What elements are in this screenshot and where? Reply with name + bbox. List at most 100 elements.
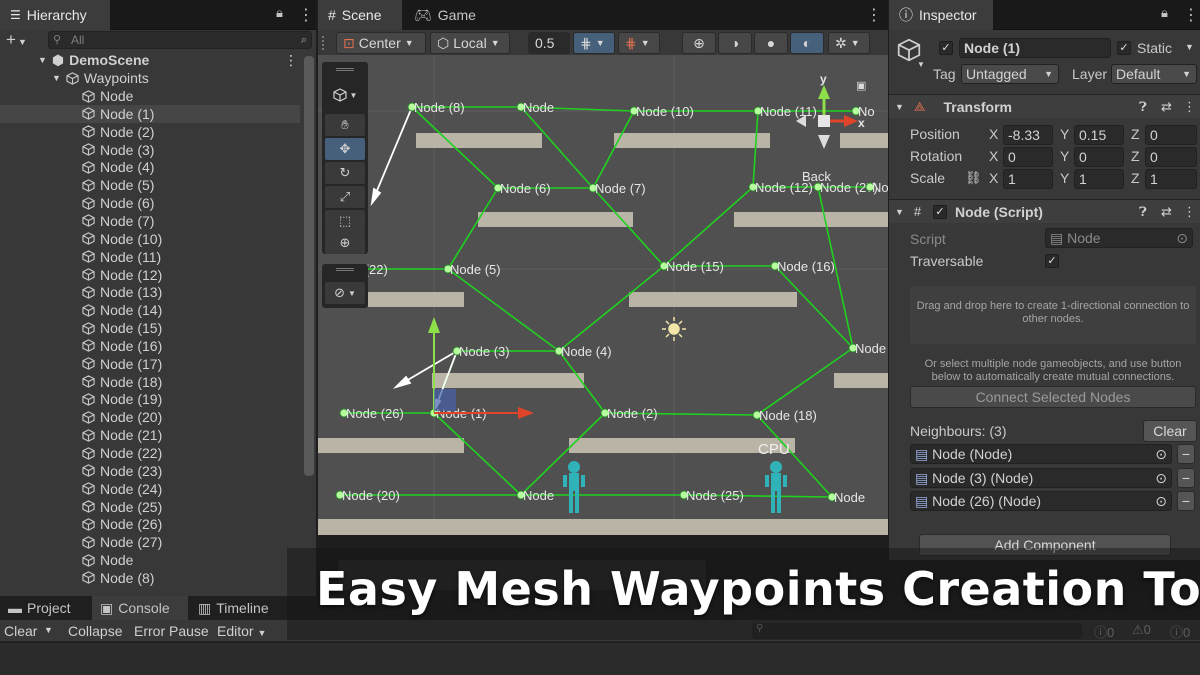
rotate-tool-button[interactable]: ↻	[325, 162, 365, 184]
shaded-toggle[interactable]: ◑	[718, 32, 752, 54]
hierarchy-row[interactable]: Node (21)	[0, 426, 300, 444]
hierarchy-row[interactable]: Node (1)	[0, 104, 300, 123]
remove-neighbour-button[interactable]: −	[1177, 491, 1195, 511]
console-log-area[interactable]	[0, 643, 1200, 675]
drop-zone[interactable]: Drag and drop here to create 1-direction…	[910, 286, 1196, 344]
static-checkbox[interactable]: ✓	[1117, 41, 1131, 55]
connect-selected-nodes-button[interactable]: Connect Selected Nodes	[910, 386, 1196, 408]
rotation-x-field[interactable]: 0	[1003, 147, 1053, 167]
presets-icon[interactable]: ⇄	[1161, 99, 1172, 115]
neighbour-field[interactable]: ▤ Node (26) (Node) ⊙	[910, 491, 1172, 511]
rect-tool-button[interactable]: ⬚	[325, 210, 365, 232]
layer-dropdown[interactable]: Default ▼	[1111, 64, 1197, 84]
hierarchy-row[interactable]: Node (11)	[0, 248, 300, 266]
character-player[interactable]	[563, 461, 585, 513]
more-menu-icon[interactable]: ⋮	[1183, 5, 1199, 25]
scene-menu-icon[interactable]: ⋮	[284, 52, 298, 69]
hierarchy-row[interactable]: Node (23)	[0, 462, 300, 480]
position-y-field[interactable]: 0.15	[1074, 125, 1124, 145]
position-x-field[interactable]: -8.33	[1003, 125, 1053, 145]
draw-mode-toggle[interactable]: ⊕	[682, 32, 716, 54]
hierarchy-row[interactable]: Node	[0, 551, 300, 569]
tag-dropdown[interactable]: Untagged ▼	[961, 64, 1059, 84]
hierarchy-row[interactable]: Node (7)	[0, 212, 300, 230]
tab-game[interactable]: 🎮︎ Game	[404, 0, 484, 30]
hierarchy-row[interactable]: Node	[0, 87, 300, 105]
hierarchy-row[interactable]: Node (13)	[0, 283, 300, 301]
tab-timeline[interactable]: ▥ Timeline	[190, 596, 286, 620]
hierarchy-row[interactable]: Node (17)	[0, 355, 300, 373]
scene-more-menu-icon[interactable]: ⋮	[866, 5, 882, 25]
hierarchy-row[interactable]: Node (15)	[0, 319, 300, 337]
object-picker-icon[interactable]: ⊙	[1155, 445, 1167, 463]
tab-hierarchy[interactable]: ☰ Hierarchy	[0, 0, 110, 30]
shading-mode-toggle[interactable]: ◐	[790, 32, 824, 54]
clear-dropdown-icon[interactable]: ▼	[44, 625, 53, 635]
hierarchy-row[interactable]: Node (22)	[0, 444, 300, 462]
lock-icon[interactable]: 🔒︎	[1161, 5, 1168, 21]
node-script-header[interactable]: ▼ # ✓ Node (Script) ❓︎ ⇄ ⋮	[889, 199, 1200, 223]
help-icon[interactable]: ❓︎	[1139, 204, 1147, 220]
clear-neighbours-button[interactable]: Clear	[1143, 420, 1197, 442]
hierarchy-row[interactable]: Node (26)	[0, 515, 300, 533]
scale-tool-button[interactable]: ⤢	[325, 186, 365, 208]
add-button[interactable]: + ▼	[6, 30, 27, 50]
tool-mode-dropdown[interactable]: ▼	[325, 84, 365, 106]
hierarchy-row[interactable]: Node (5)	[0, 176, 300, 194]
transform-header[interactable]: ▼ ⟁ Transform ❓︎ ⇄ ⋮	[889, 94, 1200, 118]
scene-viewport[interactable]: Node (8) Node Node (10) Node (11) No Node (6)…	[318, 55, 888, 535]
active-checkbox[interactable]: ✓	[939, 41, 953, 55]
component-menu-icon[interactable]: ⋮	[1183, 204, 1196, 220]
rotation-y-field[interactable]: 0	[1074, 147, 1124, 167]
hand-tool-button[interactable]: ✋︎	[325, 114, 365, 136]
lock-icon[interactable]: 🔒︎	[276, 5, 283, 21]
traversable-checkbox[interactable]: ✓	[1045, 254, 1059, 268]
hierarchy-row[interactable]: Node (25)	[0, 498, 300, 516]
scale-x-field[interactable]: 1	[1003, 169, 1053, 189]
hierarchy-row[interactable]: Node (24)	[0, 480, 300, 498]
object-picker-icon[interactable]: ⊙	[1155, 469, 1167, 487]
tab-inspector[interactable]: ⓘ Inspector	[889, 0, 993, 30]
remove-neighbour-button[interactable]: −	[1177, 444, 1195, 464]
character-cpu[interactable]	[765, 461, 787, 513]
hierarchy-row[interactable]: Node (16)	[0, 337, 300, 355]
static-dropdown-icon[interactable]: ▼	[1185, 42, 1194, 52]
hierarchy-row[interactable]: Node (10)	[0, 230, 300, 248]
custom-tool-dropdown[interactable]: ⊘ ▼	[325, 282, 365, 304]
move-gizmo[interactable]	[428, 317, 534, 419]
scale-z-field[interactable]: 1	[1145, 169, 1197, 189]
more-menu-icon[interactable]: ⋮	[298, 5, 314, 25]
hierarchy-row[interactable]: Node (6)	[0, 194, 300, 212]
expand-arrow-icon[interactable]: ▼	[52, 73, 61, 83]
position-z-field[interactable]: 0	[1145, 125, 1197, 145]
grid-snap-toggle[interactable]: ⋕ ▼	[573, 32, 615, 54]
neighbour-field[interactable]: ▤ Node (3) (Node) ⊙	[910, 467, 1172, 488]
remove-neighbour-button[interactable]: −	[1177, 467, 1195, 488]
component-menu-icon[interactable]: ⋮	[1183, 99, 1196, 115]
neighbour-field[interactable]: ▤ Node (Node) ⊙	[910, 444, 1172, 464]
tab-project[interactable]: ▬ Project	[0, 596, 90, 620]
scene-row[interactable]: ▼ ⬢ DemoScene ⋮	[0, 51, 300, 69]
waypoints-group-row[interactable]: ▼ Waypoints	[0, 69, 300, 87]
rotation-z-field[interactable]: 0	[1145, 147, 1197, 167]
hierarchy-row[interactable]: Node (27)	[0, 533, 300, 551]
presets-icon[interactable]: ⇄	[1161, 204, 1172, 220]
error-pause-toggle[interactable]: Error Pause	[130, 621, 213, 641]
view-back-label[interactable]: Back	[802, 169, 831, 184]
debug-draw-dropdown[interactable]: ✲ ▼	[828, 32, 870, 54]
search-input[interactable]: ⚲ All ⌕	[48, 31, 312, 49]
scale-y-field[interactable]: 1	[1074, 169, 1124, 189]
hierarchy-row[interactable]: Node (12)	[0, 266, 300, 284]
hierarchy-row[interactable]: Node (20)	[0, 408, 300, 426]
object-name-field[interactable]: Node (1)	[959, 38, 1111, 58]
tab-console[interactable]: ▣ Console	[92, 596, 188, 620]
hierarchy-row[interactable]: Node (2)	[0, 123, 300, 141]
tab-scene[interactable]: # Scene	[318, 0, 402, 30]
hierarchy-row[interactable]: Node (18)	[0, 373, 300, 391]
search-options-icon[interactable]: ⌕	[301, 32, 307, 48]
constrain-proportions-icon[interactable]: ⛓︎	[965, 170, 982, 186]
increment-snap-toggle[interactable]: ⋕ ▼	[618, 32, 660, 54]
lit-toggle[interactable]: ●	[754, 32, 788, 54]
console-clear-button[interactable]: Clear	[0, 621, 41, 641]
hierarchy-scrollbar[interactable]	[304, 56, 314, 476]
